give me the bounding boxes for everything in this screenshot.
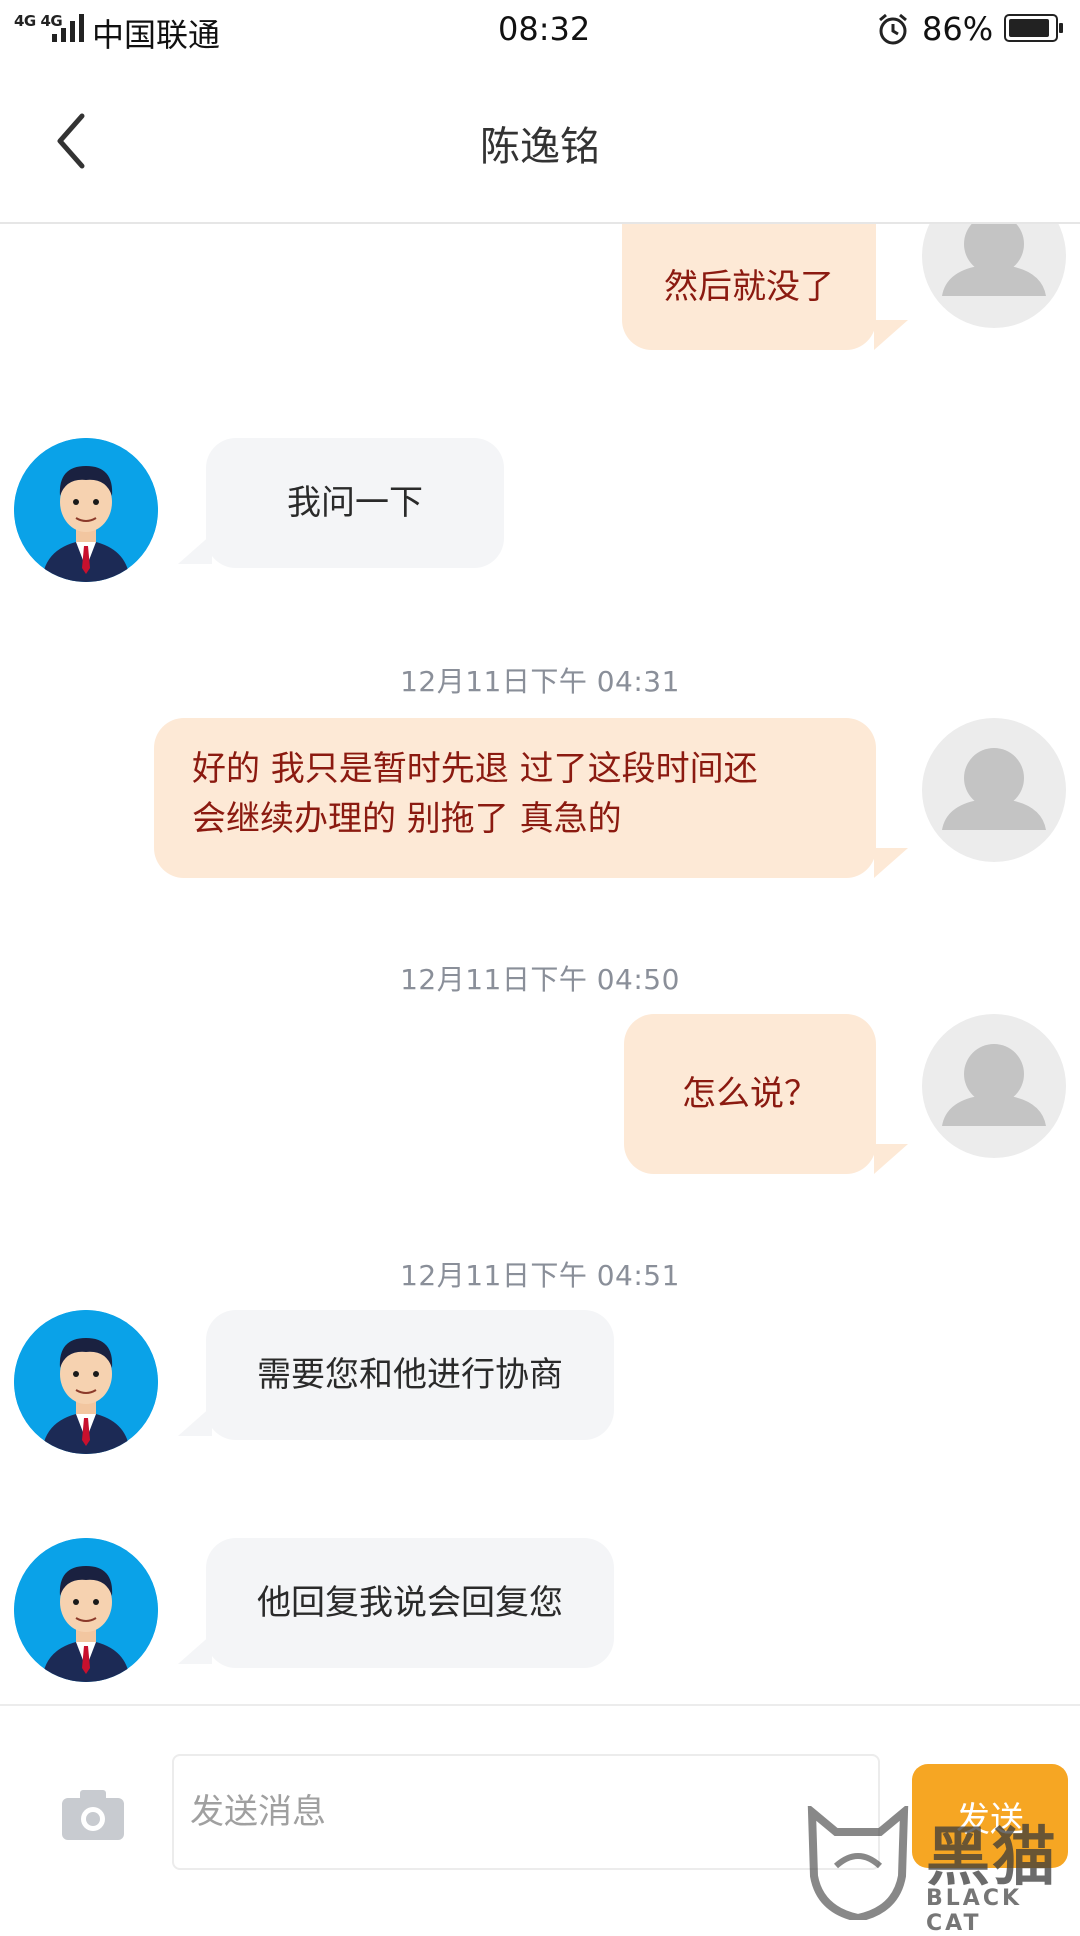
timestamp: 12月11日下午 04:31 [400, 665, 680, 698]
page-title: 陈逸铭 [480, 124, 600, 170]
bubble-tail [874, 1144, 908, 1174]
user-avatar[interactable] [922, 1014, 1066, 1158]
alarm-icon [879, 13, 907, 45]
default-person-icon [942, 748, 1046, 830]
camera-icon [62, 1790, 124, 1840]
signal-icon [52, 14, 84, 42]
message-text-line: 会继续办理的 别拖了 真急的 [192, 799, 622, 839]
message-bubble-self[interactable]: 怎么说？ [624, 1014, 876, 1174]
carrier-name: 中国联通 [92, 16, 221, 54]
default-person-icon [942, 224, 1046, 296]
message-text-line: 好的 我只是暂时先退 过了这段时间还 [192, 749, 758, 789]
bubble-tail [874, 848, 908, 878]
message-text: 需要您和他进行协商 [257, 1355, 563, 1395]
watermark-title: 黑猫 [926, 1821, 1058, 1895]
battery-icon [1004, 14, 1063, 42]
camera-button[interactable] [60, 1786, 126, 1842]
user-avatar[interactable] [922, 718, 1066, 862]
nav-bar: 陈逸铭 [0, 56, 1080, 224]
user-avatar[interactable] [922, 224, 1066, 328]
bubble-tail [874, 320, 908, 350]
agent-avatar-icon [14, 1538, 158, 1682]
agent-avatar[interactable] [14, 1310, 158, 1454]
message-bubble-other[interactable]: 他回复我说会回复您 [206, 1538, 614, 1668]
timestamp: 12月11日下午 04:50 [400, 963, 680, 996]
message-bubble-self[interactable]: 好的 我只是暂时先退 过了这段时间还 会继续办理的 别拖了 真急的 [154, 718, 876, 878]
message-text: 我问一下 [287, 483, 423, 523]
message-bubble-other[interactable]: 我问一下 [206, 438, 504, 568]
default-person-icon [942, 1044, 1046, 1126]
message-text: 怎么说？ [682, 1074, 818, 1114]
clock: 08:32 [498, 10, 591, 48]
message-bubble-other[interactable]: 需要您和他进行协商 [206, 1310, 614, 1440]
agent-avatar[interactable] [14, 1538, 158, 1682]
battery-percent: 86% [922, 10, 994, 48]
message-text: 然后就没了 [664, 267, 834, 307]
timestamp: 12月11日下午 04:51 [400, 1259, 680, 1292]
cat-logo-icon [807, 1806, 909, 1920]
agent-avatar-icon [14, 438, 158, 582]
agent-avatar-icon [14, 1310, 158, 1454]
agent-avatar[interactable] [14, 438, 158, 582]
watermark-subtitle: BLACK CAT [926, 1886, 1023, 1936]
message-text: 他回复我说会回复您 [257, 1583, 563, 1623]
chat-area[interactable]: 然后就没了 我问一下 12月11日下午 04:31 好的 我只是暂时先退 过了这… [0, 224, 1080, 1704]
message-bubble-self[interactable]: 然后就没了 [622, 224, 876, 350]
watermark: 黑猫 BLACK CAT [806, 1806, 1080, 1936]
message-input[interactable] [172, 1754, 880, 1870]
status-bar: 4G 4G 中国联通 08:32 86% [0, 0, 1080, 56]
